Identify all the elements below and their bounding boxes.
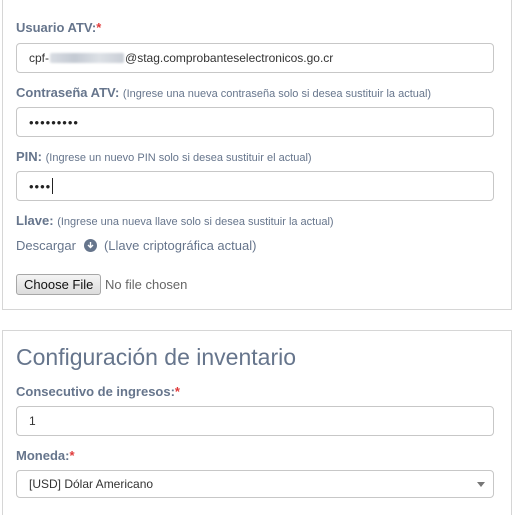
pin-label-text: PIN: bbox=[16, 149, 42, 164]
contrasena-label-text: Contraseña ATV: bbox=[16, 85, 120, 100]
contrasena-hint: (Ingrese una nueva contraseña solo si de… bbox=[122, 88, 432, 100]
moneda-label-text: Moneda: bbox=[16, 448, 70, 463]
required-mark: * bbox=[174, 384, 180, 399]
required-mark: * bbox=[96, 20, 102, 35]
pin-label: PIN: (Ingrese un nuevo PIN solo si desea… bbox=[16, 149, 312, 164]
redacted-username bbox=[50, 53, 125, 63]
llave-label-text: Llave: bbox=[16, 213, 54, 228]
moneda-select[interactable]: [USD] Dólar Americano bbox=[16, 470, 494, 498]
pin-masked-value: •••• bbox=[29, 178, 52, 194]
text-caret bbox=[52, 178, 54, 194]
file-status: No file chosen bbox=[105, 277, 188, 292]
llave-label: Llave: (Ingrese una nueva llave solo si … bbox=[16, 213, 334, 228]
llave-hint: (Ingrese una nueva llave solo si desea s… bbox=[57, 216, 334, 228]
usuario-value-prefix: cpf- bbox=[29, 51, 50, 65]
pin-input[interactable]: •••• bbox=[16, 171, 494, 201]
contrasena-label: Contraseña ATV: (Ingrese una nueva contr… bbox=[16, 85, 431, 100]
download-link[interactable]: Descargar bbox=[16, 238, 76, 253]
choose-file-button[interactable]: Choose File bbox=[16, 274, 102, 295]
contrasena-masked-value: ••••••••• bbox=[29, 114, 79, 130]
download-note: (Llave criptográfica actual) bbox=[103, 238, 257, 253]
usuario-atv-label: Usuario ATV:* bbox=[16, 20, 101, 35]
moneda-label: Moneda:* bbox=[16, 448, 75, 463]
usuario-atv-input[interactable]: cpf- @stag.comprobanteselectronicos.go.c… bbox=[16, 43, 494, 73]
download-key-row: Descargar (Llave criptográfica actual) bbox=[16, 238, 256, 253]
usuario-value-suffix: @stag.comprobanteselectronicos.go.cr bbox=[125, 51, 334, 65]
pin-hint: (Ingrese un nuevo PIN solo si desea sust… bbox=[45, 152, 312, 164]
inventory-section-title: Configuración de inventario bbox=[16, 344, 297, 370]
download-circle-icon[interactable] bbox=[83, 239, 97, 252]
consecutivo-label: Consecutivo de ingresos:* bbox=[16, 384, 180, 399]
moneda-selected-value: [USD] Dólar Americano bbox=[29, 477, 154, 491]
consecutivo-label-text: Consecutivo de ingresos: bbox=[16, 384, 175, 399]
contrasena-input[interactable]: ••••••••• bbox=[16, 107, 494, 137]
usuario-atv-label-text: Usuario ATV: bbox=[16, 20, 97, 35]
required-mark: * bbox=[69, 448, 75, 463]
consecutivo-value: 1 bbox=[29, 414, 36, 428]
chevron-down-icon bbox=[477, 482, 485, 487]
consecutivo-input[interactable]: 1 bbox=[16, 406, 494, 436]
